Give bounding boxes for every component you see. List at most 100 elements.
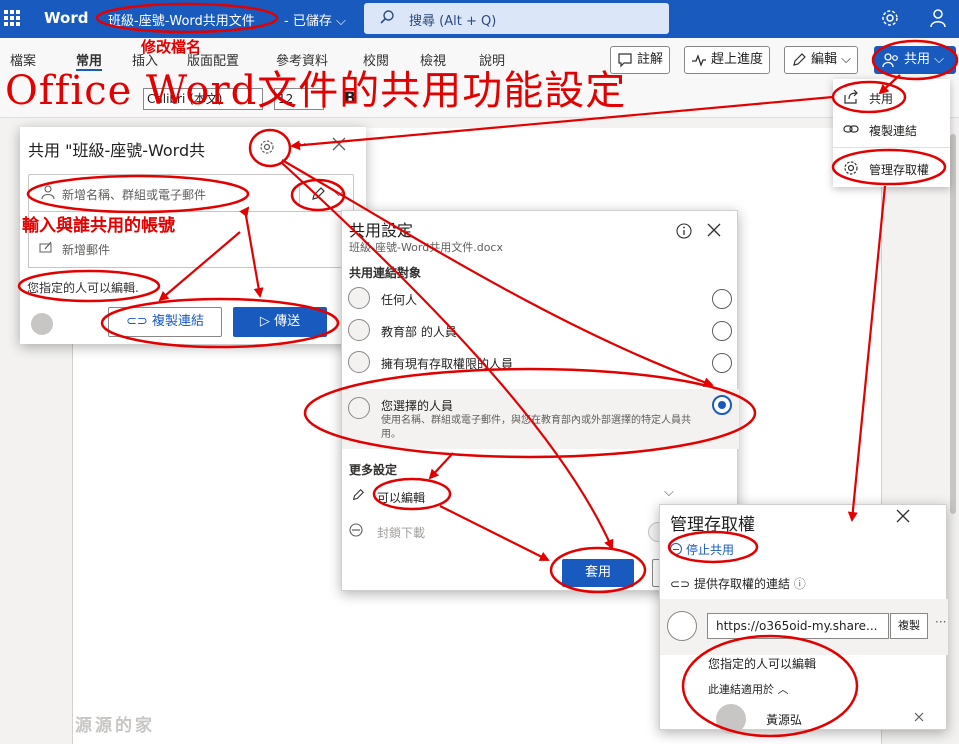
close-icon[interactable] [332, 137, 346, 151]
block-download-label: 封鎖下載 [377, 526, 426, 540]
block-icon [349, 523, 363, 537]
link-permission-summary: 您指定的人可以編輯 [708, 657, 817, 671]
pencil-icon [312, 187, 325, 200]
option-organization[interactable]: 教育部 的人員 [342, 315, 739, 347]
more-settings-heading: 更多設定 [349, 463, 398, 477]
gear-icon[interactable] [259, 139, 275, 155]
link-icon: ⊂⊃ [670, 577, 691, 591]
radio-existing-access[interactable] [712, 353, 732, 373]
scrollbar-thumb[interactable] [950, 134, 956, 514]
editing-label: 編輯 [811, 52, 838, 67]
search-box[interactable]: 搜尋 (Alt + Q) [364, 3, 669, 34]
close-icon[interactable] [707, 223, 721, 237]
catchup-label: 趕上進度 [711, 52, 764, 67]
save-status[interactable]: - 已儲存 ⌵ [284, 10, 346, 29]
info-icon[interactable] [676, 223, 692, 239]
shared-user-row: 黃源弘 [708, 704, 938, 734]
send-button[interactable]: ▷ 傳送 [233, 307, 327, 337]
share-arrow-icon [844, 89, 858, 104]
permission-dropdown[interactable]: ⌵ [299, 183, 353, 205]
menu-divider [833, 147, 950, 148]
stop-sharing-link[interactable]: 停止共用 [670, 541, 734, 558]
stop-icon [670, 543, 682, 555]
avatar [31, 313, 53, 335]
activity-icon [692, 54, 706, 67]
radio-organization[interactable] [712, 321, 732, 341]
settings-gear-icon[interactable] [880, 8, 900, 28]
share-button[interactable]: 共用 ⌵ [874, 46, 956, 74]
link-audience-heading: 共用連結對象 [349, 266, 422, 280]
copy-link-button[interactable]: ⊂⊃ 複製連結 [108, 307, 222, 337]
editing-mode-button[interactable]: 編輯 ⌵ [784, 46, 859, 74]
radio-anyone[interactable] [712, 289, 732, 309]
account-icon[interactable] [928, 8, 948, 28]
app-launcher-icon[interactable] [4, 10, 20, 26]
save-status-label: - 已儲存 [284, 14, 332, 29]
message-placeholder: 新增郵件 [62, 243, 111, 257]
menu-item-manage-access[interactable]: 管理存取權 [833, 153, 950, 183]
link-access-label: 提供存取權的連結 [693, 577, 790, 591]
person-icon [348, 397, 370, 419]
sharing-link-row: https://o365oid-my.share... 複製 ··· [660, 599, 948, 655]
pencil-icon [793, 53, 806, 66]
search-placeholder: 搜尋 (Alt + Q) [409, 14, 497, 29]
stop-sharing-label: 停止共用 [686, 543, 735, 557]
applies-to-label: 此連結適用於 [708, 683, 774, 696]
option-anyone-label: 任何人 [381, 293, 418, 307]
avatar [716, 704, 746, 734]
person-icon [41, 185, 55, 199]
people-input-placeholder: 新增名稱、群組或電子郵件 [62, 188, 207, 202]
search-icon [380, 10, 394, 24]
people-icon [348, 351, 370, 373]
people-link-icon [667, 611, 697, 641]
settings-title: 共用設定 [349, 221, 414, 240]
remove-user-icon[interactable] [914, 712, 924, 722]
link-access-heading: ⊂⊃ 提供存取權的連結 ⓘ [670, 575, 806, 592]
pencil-icon [352, 489, 364, 501]
option-anyone[interactable]: 任何人 [342, 283, 739, 315]
comments-label: 註解 [637, 52, 664, 67]
more-options-icon[interactable]: ··· [298, 137, 311, 153]
option-organization-label: 教育部 的人員 [381, 325, 457, 339]
manage-access-panel: 管理存取權 停止共用 ⊂⊃ 提供存取權的連結 ⓘ https://o365oid… [659, 504, 948, 734]
radio-specific-people[interactable] [712, 395, 732, 415]
shared-user-name: 黃源弘 [766, 713, 803, 727]
annotation-rename-note: 修改檔名 [141, 38, 202, 56]
apply-button[interactable]: 套用 [562, 559, 634, 587]
settings-file-name: 班級-座號-Word共用文件.docx [349, 241, 503, 254]
people-input[interactable]: 新增名稱、群組或電子郵件 ⌵ [28, 174, 354, 212]
info-icon[interactable]: ⓘ [794, 577, 806, 591]
send-icon: ▷ [259, 314, 270, 329]
chevron-down-icon: ⌵ [664, 485, 674, 500]
menu-item-copy-link[interactable]: 複製連結 [833, 114, 950, 144]
app-name[interactable]: Word [44, 9, 88, 27]
catchup-button[interactable]: 趕上進度 [684, 46, 771, 74]
share-menu: 共用 複製連結 管理存取權 [833, 79, 950, 187]
option-specific-people[interactable]: 您選擇的人員 使用名稱、群組或電子郵件，與您在教育部內或外部選擇的特定人員共用。 [342, 389, 739, 449]
option-existing-access[interactable]: 擁有現有存取權限的人員 [342, 347, 739, 379]
more-options-icon[interactable]: ··· [935, 615, 946, 629]
chevron-down-icon: ⌵ [335, 14, 346, 29]
link-applies-to[interactable]: 此連結適用於 ︿ [708, 681, 789, 697]
permission-summary[interactable]: 您指定的人可以編輯. [27, 279, 139, 296]
document-title[interactable]: 班級-座號-Word共用文件 [108, 10, 255, 29]
send-label: 傳送 [274, 314, 301, 329]
option-existing-access-label: 擁有現有存取權限的人員 [381, 357, 514, 371]
close-icon[interactable] [896, 509, 910, 523]
share-label: 共用 [904, 52, 931, 67]
link-url-field[interactable]: https://o365oid-my.share... [707, 613, 889, 639]
copy-button[interactable]: 複製 [890, 613, 928, 639]
globe-icon [348, 287, 370, 309]
menu-item-share[interactable]: 共用 [833, 82, 950, 112]
watermark-logo: 源源的家 [75, 716, 155, 736]
chevron-up-icon: ︿ [777, 683, 789, 696]
link-icon [843, 125, 859, 133]
vertical-scrollbar[interactable] [947, 130, 959, 744]
menu-item-manage-access-label: 管理存取權 [869, 163, 930, 177]
edit-message-icon [39, 241, 52, 253]
link-icon: ⊂⊃ [126, 314, 148, 329]
menu-item-copy-link-label: 複製連結 [869, 124, 918, 138]
chevron-down-icon: ⌵ [934, 52, 945, 67]
copy-link-label: 複製連結 [151, 314, 204, 329]
title-bar: Word 班級-座號-Word共用文件 - 已儲存 ⌵ 搜尋 (Alt + Q) [0, 0, 959, 38]
